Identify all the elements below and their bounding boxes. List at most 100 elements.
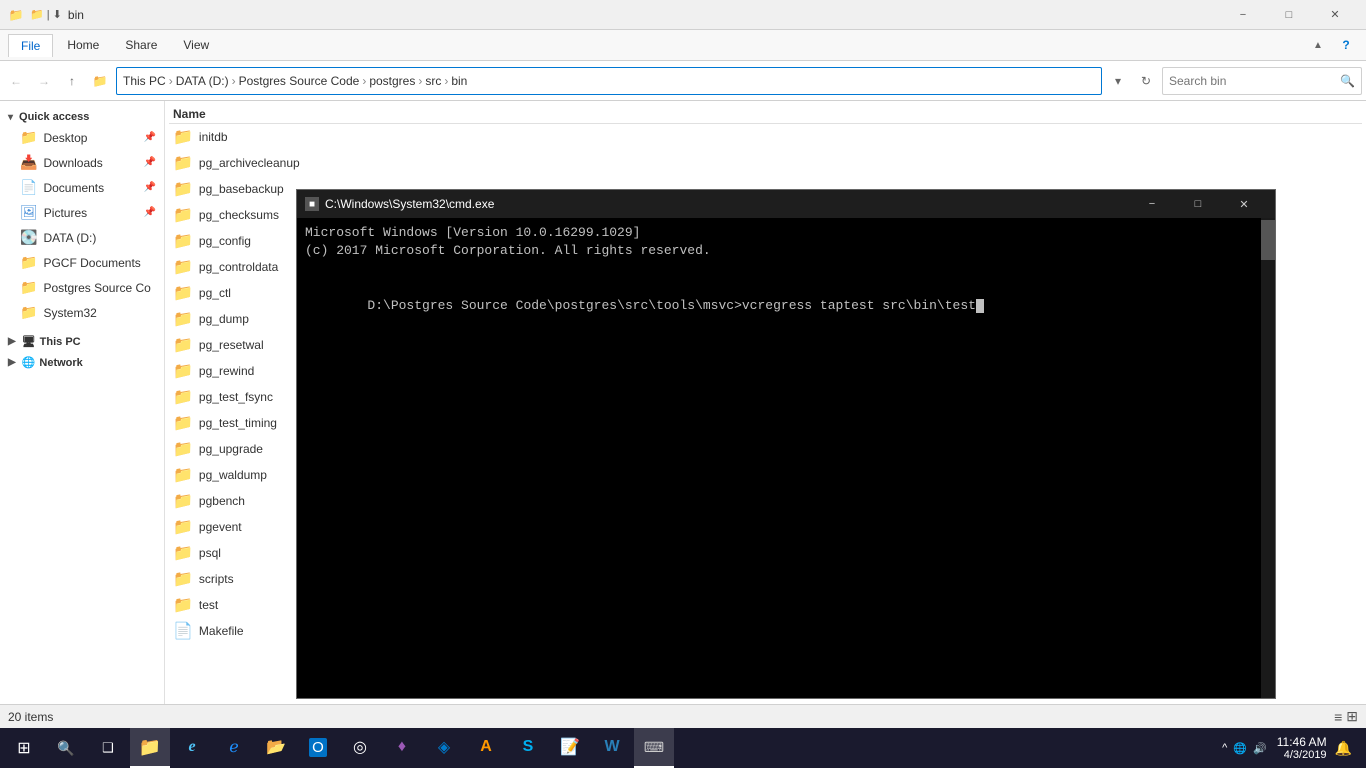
- file-list-header: Name: [169, 105, 1362, 124]
- cmd-maximize-button[interactable]: □: [1175, 190, 1221, 218]
- taskbar-vscode[interactable]: ◈: [424, 728, 464, 768]
- file-name: pg_test_timing: [199, 416, 277, 430]
- help-button[interactable]: ?: [1334, 33, 1358, 57]
- cmd-line-1: Microsoft Windows [Version 10.0.16299.10…: [305, 224, 1267, 242]
- clock-time: 11:46 AM: [1277, 735, 1327, 749]
- folder-icon: 📁: [173, 361, 193, 381]
- taskbar-filemgr[interactable]: 📂: [256, 728, 296, 768]
- list-item[interactable]: 📁pg_archivecleanup: [169, 150, 1362, 176]
- sidebar-item-pictures[interactable]: 🖼 Pictures 📌: [0, 200, 164, 225]
- sidebar: ▾ Quick access 📁 Desktop 📌 📥 Downloads 📌…: [0, 101, 165, 704]
- maximize-button[interactable]: □: [1266, 0, 1312, 30]
- path-data[interactable]: DATA (D:): [176, 74, 229, 88]
- cmd-close-button[interactable]: ✕: [1221, 190, 1267, 218]
- folder-icon: 📁: [173, 127, 193, 147]
- tab-file[interactable]: File: [8, 34, 53, 57]
- quick-access-label: Quick access: [19, 111, 89, 123]
- file-name: Makefile: [199, 624, 244, 638]
- sidebar-item-documents[interactable]: 📄 Documents 📌: [0, 175, 164, 200]
- tray-icons: ^ 🌐 🔊: [1222, 742, 1267, 755]
- tab-view[interactable]: View: [171, 34, 221, 56]
- taskbar-word[interactable]: W: [592, 728, 632, 768]
- sidebar-label-documents: Documents: [43, 181, 104, 195]
- cmd-minimize-button[interactable]: −: [1129, 190, 1175, 218]
- taskbar-chrome[interactable]: ◎: [340, 728, 380, 768]
- network-icon: 🌐: [22, 356, 36, 369]
- search-input[interactable]: [1169, 74, 1336, 88]
- clock-date: 4/3/2019: [1277, 749, 1327, 761]
- file-name: test: [199, 598, 218, 612]
- taskbar-left: ⊞ 🔍 ❑ 📁 e ℯ 📂 O ◎ ♦ ◈ A S: [4, 728, 674, 768]
- folder-icon: 📥: [20, 154, 37, 171]
- taskbar-skype[interactable]: S: [508, 728, 548, 768]
- refresh-button[interactable]: ↻: [1134, 69, 1158, 93]
- path-postgres[interactable]: postgres: [369, 74, 415, 88]
- forward-button[interactable]: →: [32, 69, 56, 93]
- taskbar-office[interactable]: A: [466, 728, 506, 768]
- file-name: pgevent: [199, 520, 242, 534]
- minimize-button[interactable]: −: [1220, 0, 1266, 30]
- large-icons-view-button[interactable]: ⊞: [1346, 708, 1358, 725]
- file-name: pg_checksums: [199, 208, 279, 222]
- folder-icon: 📁: [173, 569, 193, 589]
- vscode-icon: ◈: [438, 737, 450, 757]
- taskbar-edge[interactable]: e: [172, 728, 212, 768]
- folder-icon: 📁: [20, 304, 37, 321]
- explorer-icon: 📁: [139, 737, 161, 758]
- path-thispc[interactable]: This PC: [123, 74, 166, 88]
- tab-home[interactable]: Home: [55, 34, 111, 56]
- folder-icon: 📁: [173, 413, 193, 433]
- sidebar-item-pgcf[interactable]: 📁 PGCF Documents: [0, 250, 164, 275]
- sidebar-label-data: DATA (D:): [43, 231, 96, 245]
- pin-icon: 📌: [144, 182, 156, 193]
- taskbar-ie[interactable]: ℯ: [214, 728, 254, 768]
- cmd-scrollbar[interactable]: [1261, 218, 1275, 698]
- pin-icon: 📌: [144, 132, 156, 143]
- sidebar-item-postgres-source[interactable]: 📁 Postgres Source Co: [0, 275, 164, 300]
- close-button[interactable]: ✕: [1312, 0, 1358, 30]
- sidebar-item-data-d[interactable]: 💽 DATA (D:): [0, 225, 164, 250]
- location-icon: 📁: [88, 69, 112, 93]
- address-path[interactable]: This PC › DATA (D:) › Postgres Source Co…: [116, 67, 1102, 95]
- sidebar-item-downloads[interactable]: 📥 Downloads 📌: [0, 150, 164, 175]
- back-button[interactable]: ←: [4, 69, 28, 93]
- list-item[interactable]: 📁initdb: [169, 124, 1362, 150]
- show-desktop-button[interactable]: [1356, 728, 1362, 768]
- path-postgres-src[interactable]: Postgres Source Code: [239, 74, 360, 88]
- ribbon-chevron[interactable]: ▲: [1306, 33, 1330, 57]
- taskbar-explorer[interactable]: 📁: [130, 728, 170, 768]
- tray-chevron[interactable]: ^: [1222, 742, 1227, 754]
- search-button[interactable]: 🔍: [46, 728, 86, 768]
- file-name: pgbench: [199, 494, 245, 508]
- details-view-button[interactable]: ≡: [1334, 709, 1342, 725]
- sidebar-item-desktop[interactable]: 📁 Desktop 📌: [0, 125, 164, 150]
- search-box[interactable]: 🔍: [1162, 67, 1362, 95]
- task-view-button[interactable]: ❑: [88, 728, 128, 768]
- folder-icon: 📁: [20, 129, 37, 146]
- cmd-body[interactable]: Microsoft Windows [Version 10.0.16299.10…: [297, 218, 1275, 698]
- clock[interactable]: 11:46 AM 4/3/2019: [1277, 735, 1327, 761]
- this-pc-header[interactable]: ▶ 🖥 This PC: [0, 329, 164, 350]
- up-button[interactable]: ↑: [60, 69, 84, 93]
- taskbar-sticky[interactable]: 📝: [550, 728, 590, 768]
- folder-icon: 📁: [173, 179, 193, 199]
- cmd-cursor: [976, 299, 984, 313]
- quick-access-header[interactable]: ▾ Quick access: [0, 105, 164, 125]
- taskbar-outlook[interactable]: O: [298, 728, 338, 768]
- folder-icon: 📁: [173, 543, 193, 563]
- file-name: pg_upgrade: [199, 442, 263, 456]
- vs-icon: ♦: [398, 738, 406, 756]
- folder-icon: 📁: [173, 205, 193, 225]
- tab-share[interactable]: Share: [113, 34, 169, 56]
- path-dropdown-button[interactable]: ▾: [1106, 69, 1130, 93]
- path-src[interactable]: src: [425, 74, 441, 88]
- taskbar-vs[interactable]: ♦: [382, 728, 422, 768]
- start-button[interactable]: ⊞: [4, 728, 44, 768]
- network-header[interactable]: ▶ 🌐 Network: [0, 350, 164, 371]
- file-name: pg_test_fsync: [199, 390, 273, 404]
- notifications-icon[interactable]: 🔔: [1335, 740, 1352, 757]
- word-icon: W: [604, 738, 619, 756]
- path-bin[interactable]: bin: [451, 74, 467, 88]
- taskbar-cmd[interactable]: ⌨: [634, 728, 674, 768]
- sidebar-item-system32[interactable]: 📁 System32: [0, 300, 164, 325]
